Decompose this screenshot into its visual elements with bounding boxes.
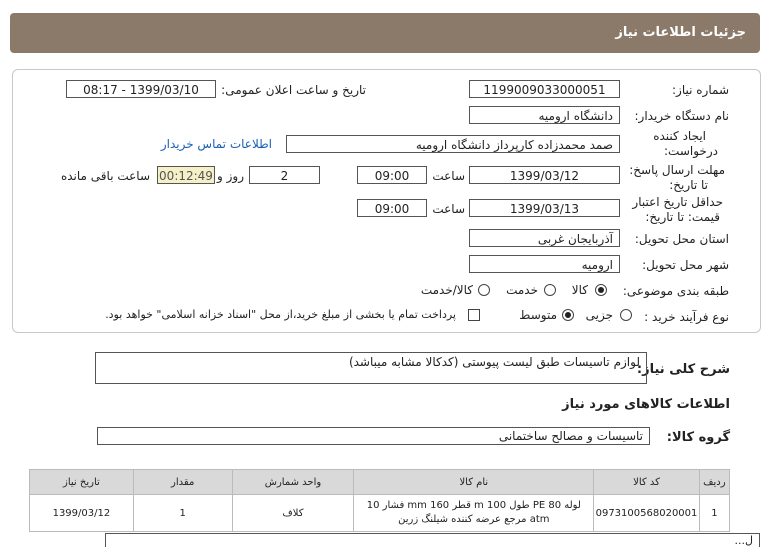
category-option-goods: کالا — [571, 283, 588, 297]
remaining-time-label: ساعت باقی مانده — [60, 169, 150, 183]
announce-label: تاریخ و ساعت اعلان عمومی: — [221, 83, 366, 97]
description-label: شرح کلی نیاز: — [636, 362, 730, 377]
price-time-label: ساعت — [432, 202, 465, 216]
page-title: جزئیات اطلاعات نیاز — [615, 25, 746, 40]
category-radio-goods-service[interactable] — [478, 284, 490, 296]
creator-label-line1: ایجاد کننده — [653, 129, 706, 143]
reply-time-field[interactable]: 09:00 — [357, 166, 427, 184]
goods-section-title: اطلاعات کالاهای مورد نیاز — [562, 397, 730, 412]
reply-date-field[interactable]: 1399/03/12 — [469, 166, 620, 184]
cell-qty: 1 — [132, 494, 233, 532]
days-label: روز و — [217, 169, 244, 183]
reply-deadline-label-line1: مهلت ارسال پاسخ: — [629, 163, 725, 177]
creator-label-line2: درخواست: — [664, 144, 718, 158]
remaining-time-field: 00:12:49 — [157, 166, 215, 184]
days-remaining-field[interactable]: 2 — [249, 166, 320, 184]
col-date-header: تاریخ نیاز — [29, 469, 134, 495]
price-validity-label-line2: قیمت: تا تاریخ: — [645, 210, 720, 224]
table-header-row: ردیف کد کالا نام کالا واحد شمارش مقدار ت… — [29, 469, 731, 495]
need-number-label: شماره نیاز: — [672, 83, 729, 97]
cell-date: 1399/03/12 — [29, 494, 134, 532]
goods-group-label: گروه کالا: — [666, 430, 730, 445]
price-validity-label-line1: حداقل تاریخ اعتبار — [632, 195, 723, 209]
purchase-radio-minor[interactable] — [620, 309, 632, 321]
cell-name: لوله PE 80 طول 100 m قطر 160 mm فشار 10 … — [353, 494, 595, 532]
page-header: جزئیات اطلاعات نیاز — [10, 13, 760, 53]
province-field[interactable]: آذربایجان غربی — [469, 229, 620, 247]
reply-time-label: ساعت — [432, 169, 465, 183]
goods-group-field[interactable]: تاسیسات و مصالح ساختمانی — [97, 427, 650, 445]
col-qty-header: مقدار — [132, 469, 233, 495]
price-time-field[interactable]: 09:00 — [357, 199, 427, 217]
purchase-type-label: نوع فرآیند خرید : — [644, 310, 729, 324]
category-radio-goods[interactable] — [595, 284, 607, 296]
description-field[interactable]: لوازم تاسیسات طبق لیست پیوستی (کدکالا مش… — [95, 352, 647, 384]
buyer-label: نام دستگاه خریدار: — [634, 109, 730, 123]
need-number-field[interactable]: 1199009033000051 — [469, 80, 620, 98]
province-label: استان محل تحویل: — [634, 232, 729, 246]
buyer-field[interactable]: دانشگاه ارومیه — [469, 106, 620, 124]
city-field[interactable]: ارومیه — [469, 255, 620, 273]
goods-table: ردیف کد کالا نام کالا واحد شمارش مقدار ت… — [29, 469, 731, 532]
col-index-header: ردیف — [698, 469, 731, 495]
city-label: شهر محل تحویل: — [642, 258, 729, 272]
category-option-service: خدمت — [506, 283, 538, 297]
category-label: طبقه بندی موضوعی: — [622, 284, 729, 298]
purchase-option-minor: جزیی — [585, 308, 613, 322]
treasury-payment-checkbox[interactable] — [468, 309, 480, 321]
col-name-header: نام کالا — [353, 469, 595, 495]
cell-index: 1 — [698, 494, 731, 532]
category-radio-service[interactable] — [544, 284, 556, 296]
col-code-header: کد کالا — [593, 469, 700, 495]
creator-field[interactable]: صمد محمدزاده کارپرداز دانشگاه ارومیه — [286, 135, 620, 153]
category-option-goods-service: کالا/خدمت — [420, 283, 473, 297]
price-date-field[interactable]: 1399/03/13 — [469, 199, 620, 217]
treasury-payment-note: پرداخت تمام یا بخشی از مبلغ خرید،از محل … — [105, 308, 456, 321]
col-unit-header: واحد شمارش — [231, 469, 355, 495]
reply-deadline-label-line2: تا تاریخ: — [669, 178, 708, 192]
cell-unit: کلاف — [231, 494, 355, 532]
purchase-radio-medium[interactable] — [562, 309, 574, 321]
purchase-option-medium: متوسط — [519, 308, 557, 322]
table-row[interactable]: 1 0973100568020001 لوله PE 80 طول 100 m … — [29, 494, 731, 532]
buyer-contact-link[interactable]: اطلاعات تماس خریدار — [161, 137, 272, 151]
cell-code: 0973100568020001 — [593, 494, 700, 532]
announce-field[interactable]: 1399/03/10 - 08:17 — [66, 80, 216, 98]
